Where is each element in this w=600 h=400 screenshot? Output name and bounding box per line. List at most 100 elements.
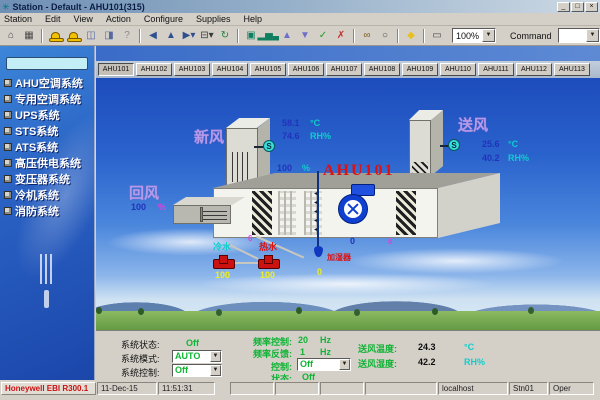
command-label: Command <box>510 31 552 41</box>
confirm-icon[interactable]: ✓ <box>315 28 331 44</box>
message-summary-icon[interactable]: ◫ <box>83 28 99 44</box>
ahu-title: AHU101 <box>323 162 395 180</box>
minimize-button[interactable]: _ <box>557 2 570 12</box>
tab-ahu108[interactable]: AHU108 <box>364 63 400 76</box>
sidebar-item-8[interactable]: 冷机系统 <box>4 187 94 203</box>
window-title: Station - Default - AHU101(315) <box>13 2 556 12</box>
supply-temp-value: 24.3 <box>418 342 436 352</box>
hot-water-valve-icon[interactable] <box>258 255 278 268</box>
fresh-air-humidity-unit: RH% <box>310 131 331 141</box>
freq-feedback-value: 1 <box>300 347 305 357</box>
sidebar-item-label: 变压器系统 <box>15 171 70 187</box>
supply-fan-icon[interactable] <box>338 194 368 224</box>
sidebar-item-label: 消防系统 <box>15 203 59 219</box>
menu-station[interactable]: Station <box>4 14 32 24</box>
cloud <box>196 273 496 295</box>
fresh-air-label: 新风 <box>194 126 224 147</box>
return-louver <box>203 209 227 220</box>
menu-help[interactable]: Help <box>243 14 262 24</box>
tab-ahu107[interactable]: AHU107 <box>326 63 362 76</box>
sidebar-item-1[interactable]: AHU空调系统 <box>4 75 94 91</box>
zoom-select[interactable]: 100% ▼ <box>452 28 496 43</box>
toolbar-separator <box>353 29 355 43</box>
tab-ahu110[interactable]: AHU110 <box>440 63 476 76</box>
menu-edit[interactable]: Edit <box>45 14 61 24</box>
tab-ahu106[interactable]: AHU106 <box>288 63 324 76</box>
system-control-select[interactable]: Off ▼ <box>172 364 222 377</box>
tab-ahu104[interactable]: AHU104 <box>212 63 248 76</box>
page-forward-icon[interactable]: ▶▾ <box>181 28 197 44</box>
main-area: AHU空调系统专用空调系统UPS系统STS系统ATS系统高压供电系统变压器系统冷… <box>0 46 600 380</box>
sidebar-item-3[interactable]: UPS系统 <box>4 107 94 123</box>
menu-supplies[interactable]: Supplies <box>196 14 231 24</box>
fresh-damper-position: 100 <box>277 163 292 173</box>
tab-ahu113[interactable]: AHU113 <box>554 63 590 76</box>
lower-value-icon[interactable]: ▼ <box>297 28 313 44</box>
maximize-button[interactable]: □ <box>571 2 584 12</box>
sidebar-item-label: ATS系统 <box>15 139 58 155</box>
find-binoculars-icon[interactable]: ∞ <box>359 28 375 44</box>
zoom-magnifier-icon[interactable]: ○ <box>377 28 393 44</box>
sidebar-item-label: AHU空调系统 <box>15 75 83 91</box>
fan-control-value: Off <box>298 359 339 370</box>
page-up-icon[interactable]: ▲ <box>163 28 179 44</box>
fresh-air-sensor-icon[interactable]: S <box>263 140 275 152</box>
sidebar-item-2[interactable]: 专用空调系统 <box>4 91 94 107</box>
sidebar-item-5[interactable]: ATS系统 <box>4 139 94 155</box>
filter-icon <box>396 191 416 235</box>
statusbar-date: 11-Dec-15 <box>97 382 157 395</box>
system-mode-value: AUTO <box>173 351 210 362</box>
menu-action[interactable]: Action <box>106 14 131 24</box>
cancel-icon[interactable]: ✗ <box>333 28 349 44</box>
chilled-water-valve-icon[interactable] <box>213 255 233 268</box>
tab-ahu111[interactable]: AHU111 <box>478 63 514 76</box>
station-connect-icon[interactable]: ⌂ <box>3 28 19 44</box>
console-icon[interactable]: ▭ <box>429 28 445 44</box>
system-mode-select[interactable]: AUTO ▼ <box>172 350 222 363</box>
humidifier-drop-icon[interactable] <box>314 246 323 257</box>
glyph: ▲ <box>166 28 176 44</box>
toolbar-icons: ⌂▦◫◨?◀▲▶▾⊟▾↻▣▂▅▃▲▼✓✗∞○◆▭ <box>2 28 446 44</box>
supply-humidity-value: 42.2 <box>418 357 436 367</box>
close-button[interactable]: × <box>585 2 598 12</box>
raise-value-icon[interactable]: ▲ <box>279 28 295 44</box>
menu-configure[interactable]: Configure <box>144 14 183 24</box>
alarm-ack-bell-icon[interactable] <box>65 28 81 44</box>
menu-view[interactable]: View <box>74 14 93 24</box>
tab-ahu102[interactable]: AHU102 <box>136 63 172 76</box>
sidebar-item-6[interactable]: 高压供电系统 <box>4 155 94 171</box>
glyph: ◀ <box>149 28 157 44</box>
fresh-air-temp: 58.1 <box>282 118 300 128</box>
statusbar-time: 11:51:31 <box>158 382 215 395</box>
supply-air-sensor-icon[interactable]: S <box>448 139 460 151</box>
alarm-pager-icon[interactable]: ◆ <box>403 28 419 44</box>
page-back-icon[interactable]: ◀ <box>145 28 161 44</box>
tab-ahu109[interactable]: AHU109 <box>402 63 438 76</box>
cloud <box>346 248 566 274</box>
sidebar-item-7[interactable]: 变压器系统 <box>4 171 94 187</box>
system-status-icon[interactable]: ◨ <box>101 28 117 44</box>
toolbar-separator <box>397 29 399 43</box>
page-refresh-icon[interactable]: ↻ <box>217 28 233 44</box>
sidebar-item-icon <box>4 79 12 87</box>
supply-air-humidity: 40.2 <box>482 153 500 163</box>
sidebar-item-label: 冷机系统 <box>15 187 59 203</box>
fan-control-select[interactable]: Off ▼ <box>297 358 351 371</box>
station-display-icon[interactable]: ▦ <box>21 28 37 44</box>
trend-chart-icon[interactable]: ▂▅▃ <box>261 28 277 44</box>
print-icon[interactable]: ⊟▾ <box>199 28 215 44</box>
tab-ahu112[interactable]: AHU112 <box>516 63 552 76</box>
sidebar-item-4[interactable]: STS系统 <box>4 123 94 139</box>
tab-ahu103[interactable]: AHU103 <box>174 63 210 76</box>
sidebar-item-label: 高压供电系统 <box>15 155 81 171</box>
toolbar: ⌂▦◫◨?◀▲▶▾⊟▾↻▣▂▅▃▲▼✓✗∞○◆▭ 100% ▼ Command … <box>0 26 600 46</box>
statusbar-station: Stn01 <box>509 382 548 395</box>
sidebar: AHU空调系统专用空调系统UPS系统STS系统ATS系统高压供电系统变压器系统冷… <box>0 46 95 380</box>
alert-help-icon[interactable]: ? <box>119 28 135 44</box>
command-input[interactable]: ▼ <box>558 28 600 43</box>
content-area: AHU101AHU102AHU103AHU104AHU105AHU106AHU1… <box>96 46 600 380</box>
tab-ahu105[interactable]: AHU105 <box>250 63 286 76</box>
sidebar-item-9[interactable]: 消防系统 <box>4 203 94 219</box>
tab-ahu101[interactable]: AHU101 <box>98 63 134 76</box>
alarm-summary-bell-icon[interactable] <box>47 28 63 44</box>
